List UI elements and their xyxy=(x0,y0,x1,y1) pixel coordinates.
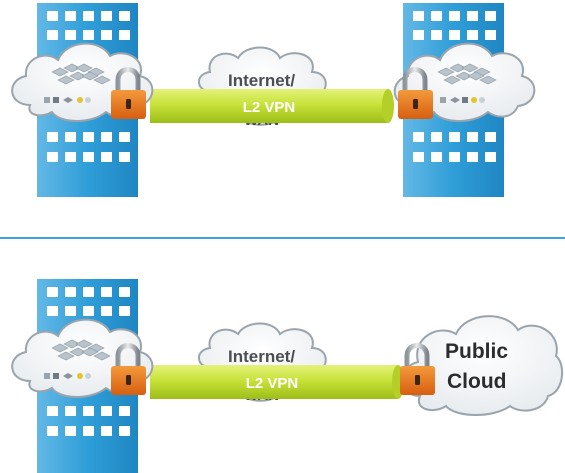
public-cloud-label-line1: Public xyxy=(445,340,508,363)
l2-vpn-tunnel: L2 VPN xyxy=(150,365,404,399)
tunnel-label: L2 VPN xyxy=(246,375,299,392)
public-cloud-label-line2: Cloud xyxy=(447,370,506,393)
network-cloud-label: Internet/ xyxy=(228,347,295,366)
scenario-datacenter-to-public-cloud: Internet/ WAN L2 VPN xyxy=(11,279,564,473)
scenario-datacenter-to-datacenter: Internet/ WAN L2 VPN xyxy=(11,3,536,197)
l2vpn-diagram: Internet/ WAN L2 VPN xyxy=(0,3,565,473)
l2-vpn-tunnel: L2 VPN xyxy=(150,89,394,123)
network-cloud-label: Internet/ xyxy=(228,71,295,90)
tunnel-label: L2 VPN xyxy=(243,99,296,116)
